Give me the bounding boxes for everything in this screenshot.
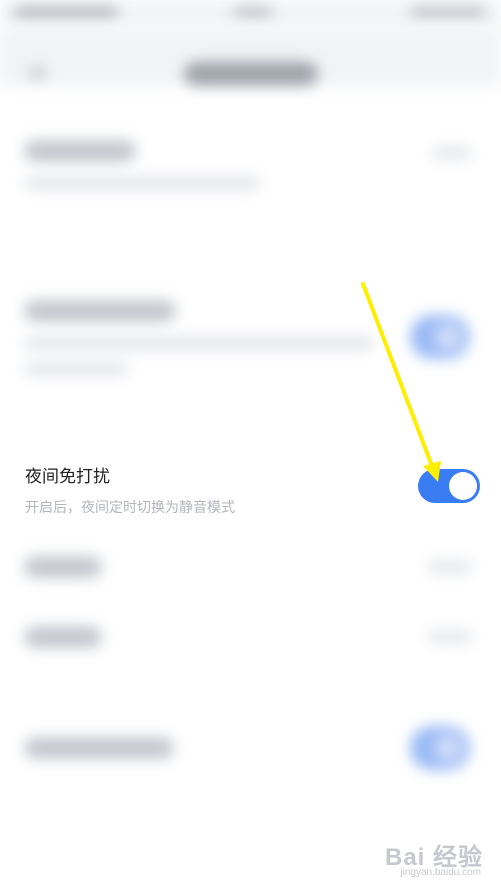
watermark-url: jingyan.baidu.com bbox=[400, 867, 481, 878]
page-title bbox=[184, 62, 318, 86]
row-description bbox=[24, 336, 374, 350]
dnd-setting-row[interactable]: 夜间免打扰 开启后，夜间定时切换为静音模式 bbox=[0, 450, 501, 530]
row-title bbox=[24, 556, 102, 578]
row-title bbox=[24, 737, 174, 759]
toggle-knob bbox=[449, 472, 477, 500]
row-title bbox=[24, 140, 136, 162]
toggle-switch[interactable] bbox=[410, 726, 470, 770]
row-title bbox=[24, 626, 102, 648]
nav-bar bbox=[0, 26, 501, 86]
row-title bbox=[24, 300, 176, 322]
status-time bbox=[14, 6, 118, 19]
dnd-toggle-switch[interactable] bbox=[418, 469, 480, 503]
row-value bbox=[428, 630, 472, 644]
back-icon[interactable] bbox=[30, 66, 44, 80]
status-bar bbox=[0, 0, 501, 26]
dnd-description: 开启后，夜间定时切换为静音模式 bbox=[25, 499, 235, 515]
status-center bbox=[233, 6, 273, 19]
row-value bbox=[428, 560, 472, 574]
dnd-title: 夜间免打扰 bbox=[25, 467, 110, 486]
watermark-logo: Bai 经验 jingyan.baidu.com bbox=[371, 833, 483, 885]
row-description bbox=[24, 176, 260, 190]
toggle-switch[interactable] bbox=[410, 315, 470, 359]
row-value bbox=[432, 146, 472, 160]
row-description-2 bbox=[24, 362, 128, 376]
status-battery bbox=[410, 6, 486, 19]
